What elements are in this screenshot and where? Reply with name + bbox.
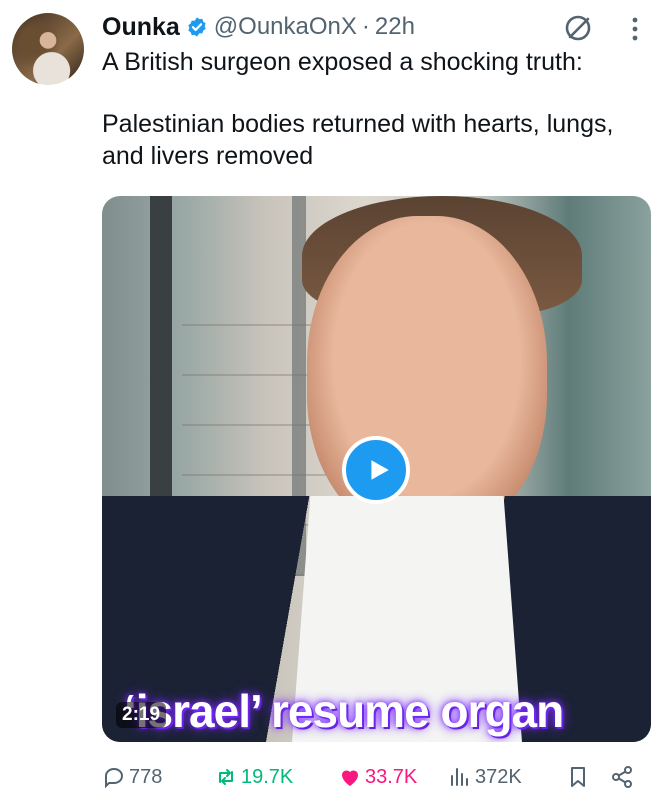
repost-icon <box>219 769 233 785</box>
bookmark-button[interactable] <box>566 760 593 794</box>
tweet-text-line-2: Palestinian bodies returned with hearts,… <box>102 110 614 170</box>
reply-button[interactable]: 778 <box>102 760 162 794</box>
repost-button[interactable]: 19.7K <box>214 760 293 794</box>
share-button[interactable] <box>610 760 637 794</box>
tweet-text-line-1: A British surgeon exposed a shocking tru… <box>102 48 583 76</box>
share-icon <box>612 766 632 788</box>
video-subject <box>307 216 547 536</box>
video-player[interactable]: ‘israel’ resume organ 2:19 <box>102 196 651 742</box>
more-icon[interactable] <box>624 14 646 44</box>
repost-count: 19.7K <box>241 765 294 788</box>
tweet-header: Ounka @OunkaOnX · 22h <box>102 10 415 44</box>
play-button[interactable] <box>342 436 410 504</box>
view-count: 372K <box>475 765 522 788</box>
separator-dot: · <box>361 13 370 40</box>
verified-badge-icon <box>186 16 208 38</box>
post-time[interactable]: 22h <box>375 13 415 41</box>
grok-icon[interactable] <box>562 12 594 44</box>
bookmark-icon <box>571 767 585 787</box>
reply-count: 778 <box>129 765 163 788</box>
author-handle[interactable]: @OunkaOnX <box>214 13 357 41</box>
like-button[interactable]: 33.7K <box>338 760 417 794</box>
heart-icon <box>342 770 358 786</box>
like-count: 33.7K <box>365 765 418 788</box>
tweet-text: A British surgeon exposed a shocking tru… <box>102 46 662 172</box>
video-caption: ‘israel’ resume organ <box>124 685 564 737</box>
reply-icon <box>105 767 124 789</box>
author-name[interactable]: Ounka <box>102 13 180 42</box>
video-duration: 2:19 <box>116 702 167 728</box>
views-button[interactable]: 372K <box>448 760 522 794</box>
tweet-actions: 778 19.7K 33.7K 372K <box>102 760 658 794</box>
views-icon <box>451 768 468 786</box>
play-icon <box>370 460 389 480</box>
author-avatar[interactable] <box>12 13 84 85</box>
